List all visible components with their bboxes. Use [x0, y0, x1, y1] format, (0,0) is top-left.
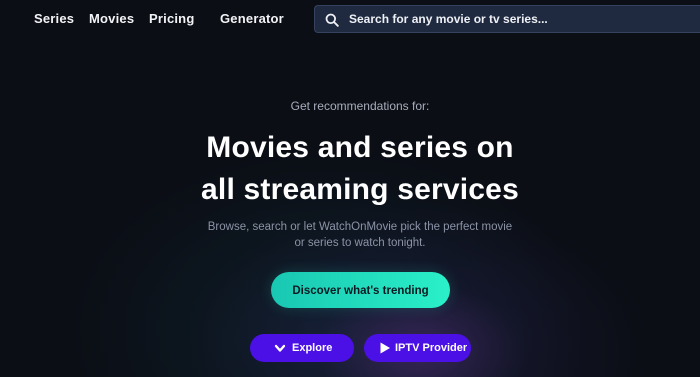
chevron-down-icon	[274, 344, 286, 352]
play-icon	[380, 342, 390, 354]
top-navigation: Series Movies Pricing Generator	[0, 0, 700, 40]
nav-link-series[interactable]: Series	[34, 11, 74, 26]
nav-link-generator[interactable]: Generator	[220, 11, 284, 26]
explore-button[interactable]: Explore	[250, 334, 354, 362]
hero-description-line-1: Browse, search or let WatchOnMovie pick …	[207, 221, 513, 233]
discover-trending-button[interactable]: Discover what's trending	[271, 272, 450, 308]
explore-label: Explore	[292, 342, 333, 354]
hero-headline-line-1: Movies and series on	[206, 131, 514, 164]
iptv-provider-button[interactable]: IPTV Provider	[364, 334, 471, 362]
hero-description-line-2: or series to watch tonight.	[294, 237, 426, 249]
search-input[interactable]	[349, 6, 689, 32]
iptv-provider-label: IPTV Provider	[395, 342, 468, 354]
hero-headline: Movies and series on all streaming servi…	[0, 127, 700, 211]
search-icon	[325, 13, 339, 27]
hero-description: Browse, search or let WatchOnMovie pick …	[0, 219, 700, 251]
hero-headline-line-2: all streaming services	[201, 173, 519, 206]
nav-link-movies[interactable]: Movies	[89, 11, 134, 26]
landing-page: Series Movies Pricing Generator Get reco…	[0, 0, 700, 377]
search-bar[interactable]	[314, 5, 700, 33]
hero-eyebrow: Get recommendations for:	[290, 99, 430, 113]
nav-link-pricing[interactable]: Pricing	[149, 11, 194, 26]
